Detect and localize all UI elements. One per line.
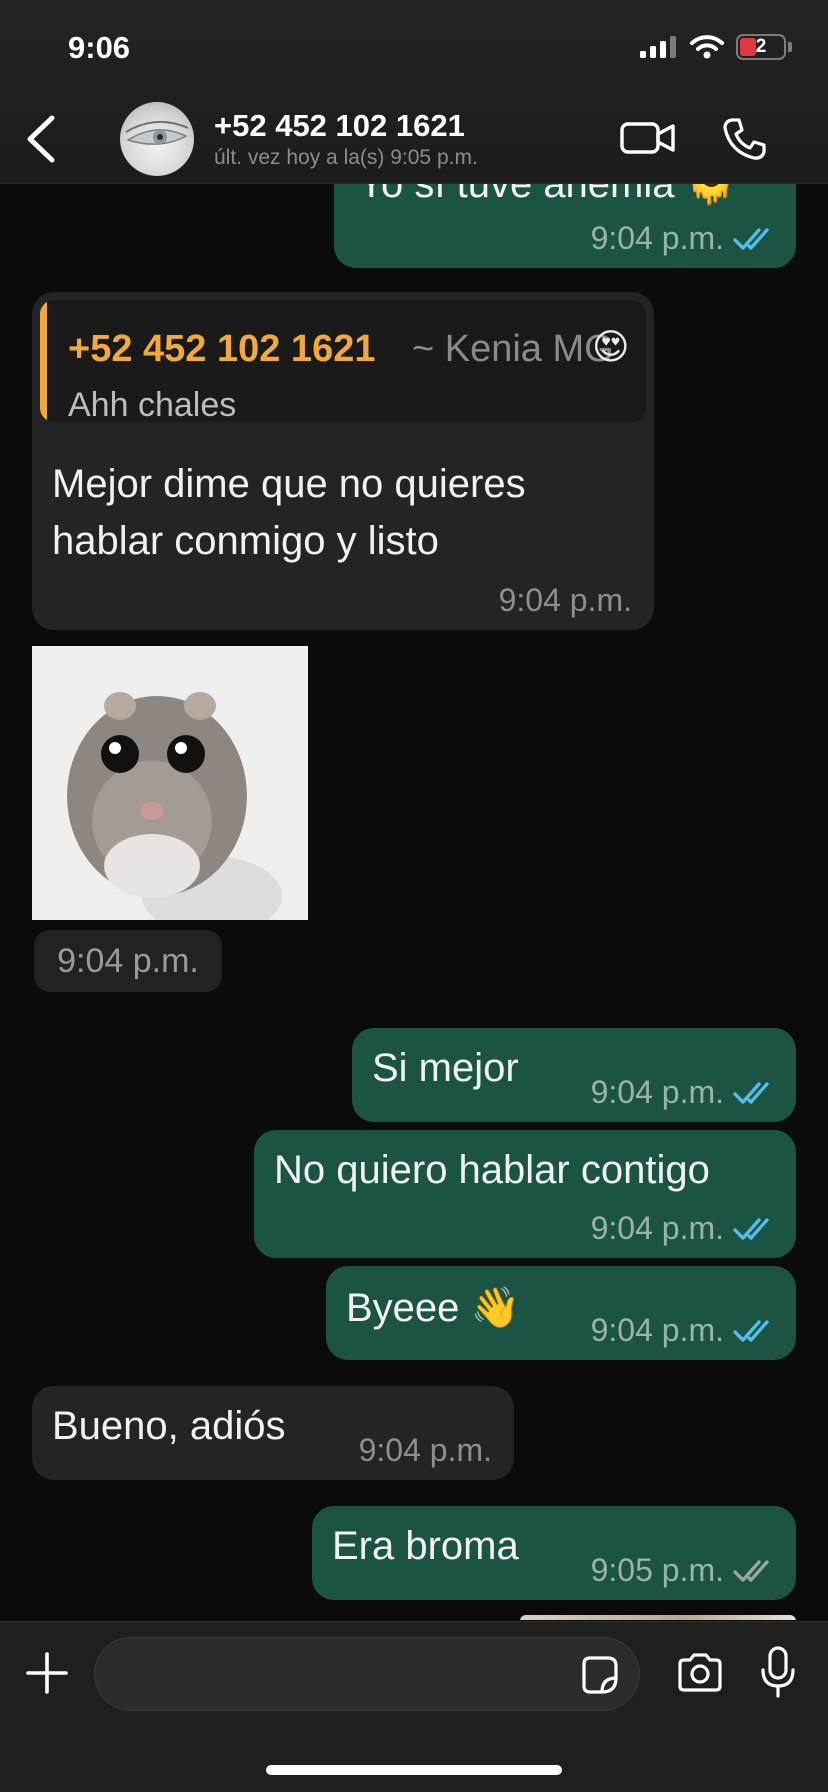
message-text: Si mejor (372, 1046, 519, 1090)
battery-icon: 2 (736, 34, 786, 60)
microphone-icon[interactable] (760, 1646, 796, 1700)
plus-icon[interactable] (24, 1650, 70, 1696)
message-time: 9:05 p.m. (590, 1552, 724, 1588)
wifi-icon (690, 35, 724, 59)
message-time: 9:04 p.m. (590, 1074, 724, 1110)
message-meta: 9:04 p.m. (591, 1210, 778, 1247)
contact-avatar[interactable] (120, 102, 194, 176)
message-meta: 9:04 p.m. (359, 1432, 492, 1469)
status-bar-icons: 2 (640, 34, 792, 60)
outgoing-message[interactable]: No quiero hablar contigo 9:04 p.m. (254, 1130, 796, 1258)
read-receipt-icon (733, 1217, 769, 1240)
read-receipt-icon (733, 1081, 769, 1104)
image-message[interactable] (32, 646, 308, 920)
quoted-message[interactable]: +52 452 102 1621 ~ Kenia MG 😍 Ahh chales (40, 300, 646, 422)
quote-author: +52 452 102 1621 (68, 328, 376, 370)
quote-accent-bar (40, 300, 47, 422)
delivered-receipt-icon (733, 1559, 769, 1582)
message-time: 9:04 p.m. (498, 582, 632, 618)
message-composer (0, 1621, 828, 1792)
message-meta: 9:04 p.m. (591, 220, 778, 257)
chat-header: 9:06 2 +52 452 102 1621 últ. vez hoy a l… (0, 0, 828, 184)
message-text: Byeee 👋 (346, 1286, 521, 1330)
hamster-photo (32, 646, 308, 920)
message-text: No quiero hablar contigo (274, 1148, 710, 1192)
battery-level: 2 (755, 36, 767, 57)
message-meta: 9:05 p.m. (591, 1552, 778, 1589)
outgoing-message[interactable]: Era broma 9:05 p.m. (312, 1506, 796, 1600)
message-meta: 9:04 p.m. (591, 1074, 778, 1111)
message-text: Era broma (332, 1524, 519, 1568)
avatar-eye-image (125, 120, 189, 145)
outgoing-message[interactable]: Si mejor 9:04 p.m. (352, 1028, 796, 1122)
back-icon[interactable] (22, 112, 62, 166)
contact-name[interactable]: +52 452 102 1621 (214, 108, 465, 144)
contact-last-seen: últ. vez hoy a la(s) 9:05 p.m. (214, 146, 478, 169)
message-text: Bueno, adiós (52, 1404, 286, 1448)
message-text-line-1: Mejor dime que no quieres (52, 462, 526, 506)
message-time: 9:04 p.m. (590, 220, 724, 256)
camera-icon[interactable] (676, 1652, 724, 1694)
message-meta: 9:04 p.m. (591, 1312, 778, 1349)
phone-call-icon[interactable] (722, 116, 766, 162)
video-call-icon[interactable] (620, 118, 676, 158)
partial-image-message[interactable] (520, 1615, 796, 1620)
quote-author-nickname: ~ Kenia MG (412, 328, 614, 370)
read-receipt-icon (733, 227, 769, 250)
incoming-message[interactable]: +52 452 102 1621 ~ Kenia MG 😍 Ahh chales… (32, 292, 654, 630)
read-receipt-icon (733, 1319, 769, 1342)
image-message-time: 9:04 p.m. (34, 930, 222, 992)
battery-tip (788, 42, 792, 52)
status-bar-time: 9:06 (68, 30, 131, 65)
quote-text: Ahh chales (68, 386, 237, 422)
quote-emoji: 😍 (592, 326, 630, 367)
message-input[interactable] (94, 1637, 640, 1711)
signal-icon (640, 36, 676, 58)
sticker-icon[interactable] (578, 1654, 620, 1696)
chat-area[interactable]: Yo sí tuve anemia 🫠 9:04 p.m. +52 452 10… (0, 0, 828, 1620)
incoming-message[interactable]: Bueno, adiós 9:04 p.m. (32, 1386, 514, 1480)
message-time: 9:04 p.m. (590, 1210, 724, 1246)
message-meta: 9:04 p.m. (499, 582, 632, 619)
outgoing-message[interactable]: Byeee 👋 9:04 p.m. (326, 1266, 796, 1360)
message-text-line-2: hablar conmigo y listo (52, 519, 439, 563)
home-indicator (266, 1765, 562, 1775)
message-time: 9:04 p.m. (358, 1432, 492, 1468)
message-time: 9:04 p.m. (590, 1312, 724, 1348)
